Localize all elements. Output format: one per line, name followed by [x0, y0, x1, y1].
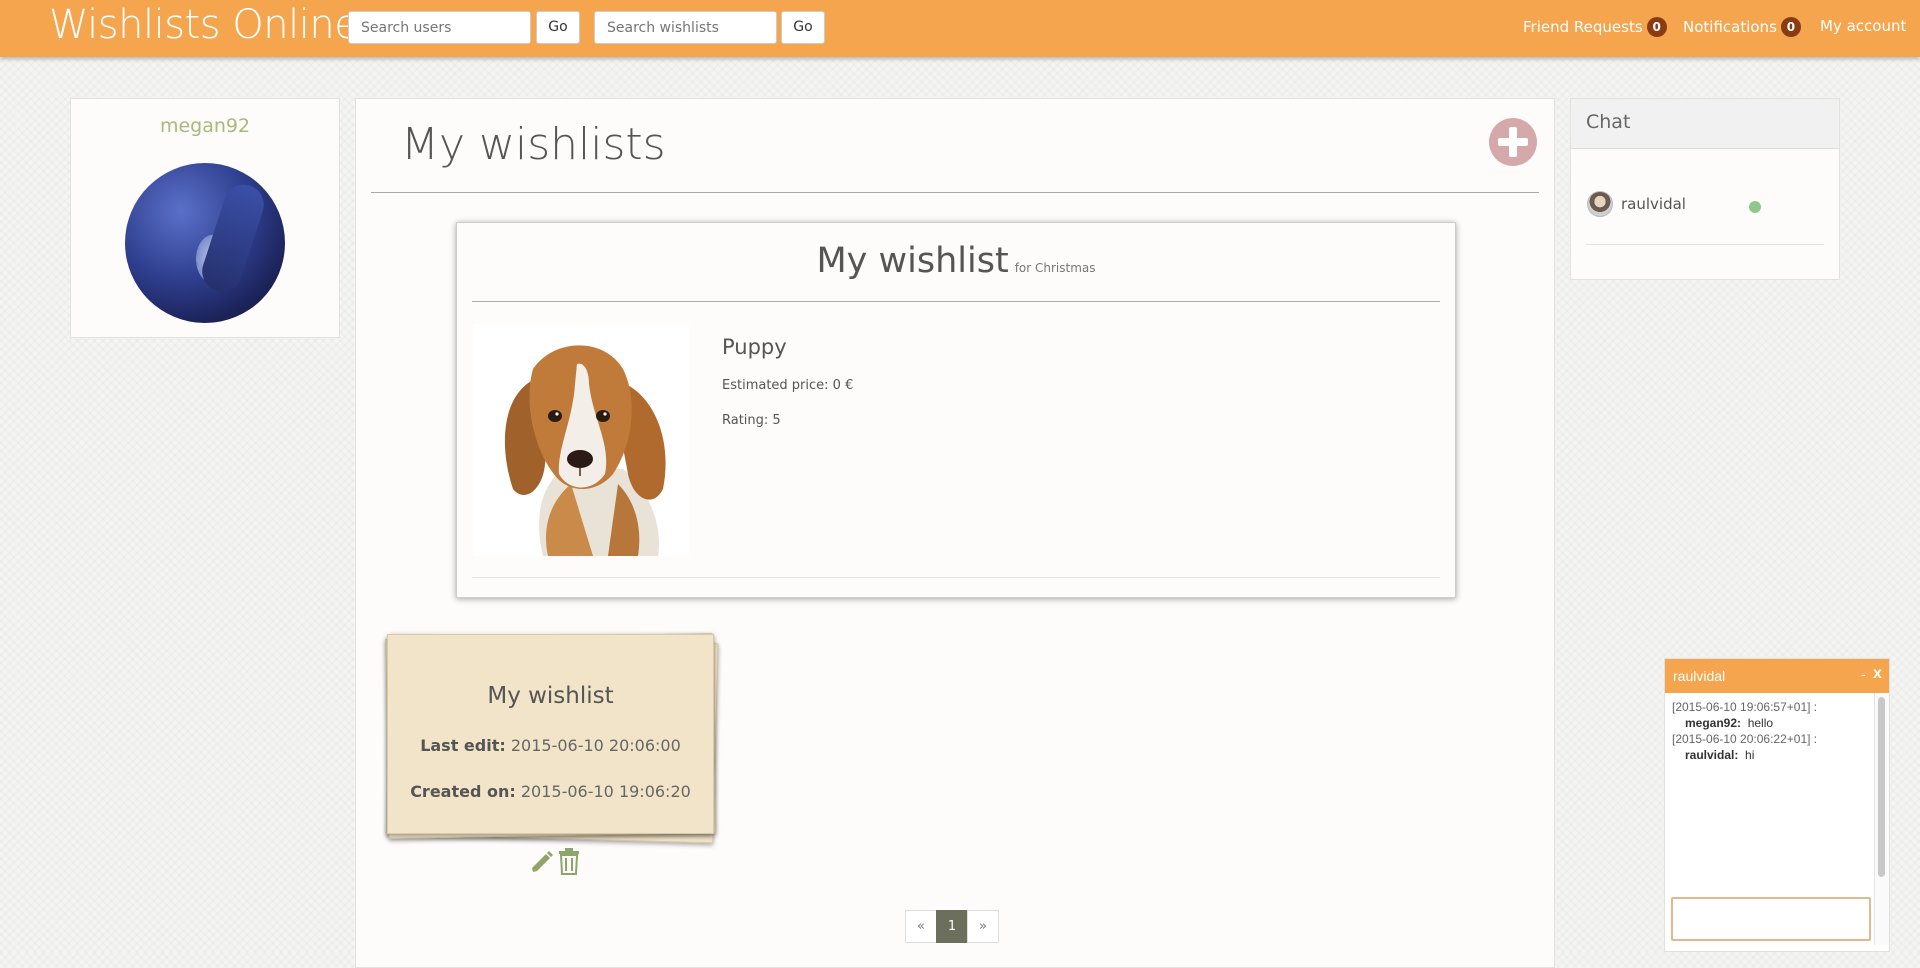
- title-divider: [371, 192, 1539, 193]
- search-wishlists-go-button[interactable]: Go: [781, 11, 825, 44]
- edit-pencil-icon[interactable]: [528, 848, 554, 874]
- profile-panel: megan92: [70, 98, 340, 338]
- chat-message-author: raulvidal:: [1685, 748, 1739, 762]
- featured-divider: [472, 301, 1440, 302]
- top-navbar: Wishlists Online Go Go Friend Requests0 …: [0, 0, 1920, 57]
- featured-bottom-divider: [472, 577, 1440, 578]
- chat-message-timestamp: [2015-06-10 20:06:22+01] :: [1672, 732, 1818, 746]
- add-wishlist-icon[interactable]: [1489, 118, 1537, 166]
- note-card-last-edit: Last edit: 2015-06-10 20:06:00: [388, 736, 713, 755]
- search-users-input[interactable]: [348, 11, 531, 44]
- created-label: Created on:: [410, 782, 516, 801]
- last-edit-label: Last edit:: [420, 736, 506, 755]
- chat-close-button[interactable]: x: [1873, 665, 1882, 683]
- pagination: « 1 »: [905, 910, 999, 943]
- chat-message-text: hello: [1747, 716, 1774, 730]
- delete-trash-icon[interactable]: [557, 847, 581, 875]
- item-price: Estimated price: 0 €: [722, 378, 854, 393]
- pagination-next[interactable]: »: [967, 910, 999, 943]
- contact-avatar: [1587, 191, 1613, 217]
- chat-message-timestamp: [2015-06-10 19:06:57+01] :: [1672, 700, 1818, 714]
- wishlist-note-card[interactable]: My wishlist Last edit: 2015-06-10 20:06:…: [387, 634, 714, 834]
- friend-requests-link[interactable]: Friend Requests 0: [1523, 17, 1667, 37]
- page-title: My wishlists: [401, 119, 666, 170]
- chat-message-author: megan92:: [1685, 716, 1742, 730]
- notifications-label: Notifications: [1683, 18, 1777, 36]
- chat-message: raulvidal: hi: [1685, 748, 1754, 762]
- item-rating: Rating: 5: [722, 413, 781, 428]
- chat-window-header: raulvidal - x: [1665, 659, 1889, 693]
- created-value: 2015-06-10 19:06:20: [520, 782, 691, 801]
- pagination-prev[interactable]: «: [905, 910, 937, 943]
- chat-panel-title: Chat: [1586, 111, 1631, 133]
- search-users-go-button[interactable]: Go: [536, 11, 580, 44]
- chat-panel-header: Chat: [1571, 99, 1839, 149]
- brand-logo[interactable]: Wishlists Online: [49, 2, 359, 48]
- notifications-badge: 0: [1780, 17, 1801, 37]
- pagination-page-1[interactable]: 1: [936, 910, 968, 943]
- search-wishlists-input[interactable]: [594, 11, 777, 44]
- contact-name[interactable]: raulvidal: [1621, 195, 1686, 213]
- chat-minimize-button[interactable]: -: [1861, 666, 1866, 682]
- chat-scrollbar-thumb[interactable]: [1878, 697, 1885, 877]
- friend-requests-badge: 0: [1646, 17, 1667, 37]
- online-status-indicator: [1749, 201, 1761, 213]
- featured-wishlist-title: My wishlist: [816, 241, 1009, 281]
- chat-scrollbar[interactable]: [1874, 693, 1889, 945]
- chat-contact-divider: [1586, 244, 1824, 245]
- featured-wishlist-subtitle: for Christmas: [1014, 261, 1096, 275]
- featured-wishlist-card[interactable]: My wishlist for Christmas Puppy Estimate…: [456, 222, 1456, 598]
- chat-window-title: raulvidal: [1673, 668, 1726, 684]
- wishlists-panel: My wishlists My wishlist for Christmas P…: [355, 98, 1555, 968]
- notifications-link[interactable]: Notifications 0: [1683, 17, 1801, 37]
- chat-message-input[interactable]: [1671, 897, 1871, 941]
- my-account-link[interactable]: My account: [1820, 17, 1906, 35]
- chat-message: megan92: hello: [1685, 716, 1773, 730]
- avatar: [125, 163, 285, 323]
- chat-window: raulvidal - x [2015-06-10 19:06:57+01] :…: [1664, 658, 1890, 952]
- profile-username[interactable]: megan92: [71, 115, 339, 137]
- note-card-created: Created on: 2015-06-10 19:06:20: [388, 782, 713, 801]
- featured-wishlist-heading: My wishlist for Christmas: [457, 241, 1455, 281]
- item-image-puppy[interactable]: [473, 324, 689, 556]
- item-name[interactable]: Puppy: [722, 335, 787, 359]
- chat-panel: Chat raulvidal: [1570, 98, 1840, 280]
- note-card-title: My wishlist: [487, 683, 614, 709]
- last-edit-value: 2015-06-10 20:06:00: [510, 736, 681, 755]
- chat-message-text: hi: [1745, 748, 1755, 762]
- friend-requests-label: Friend Requests: [1523, 18, 1643, 36]
